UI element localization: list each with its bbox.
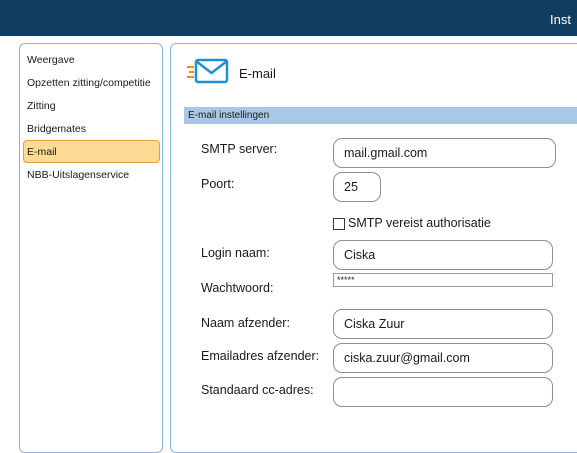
sidebar-item-weergave[interactable]: Weergave [23, 48, 160, 71]
title-bar: Inst [0, 0, 577, 36]
smtp-auth-label: SMTP vereist authorisatie [348, 216, 491, 230]
smtp-server-label: SMTP server: [201, 142, 278, 156]
sidebar-item-opzetten-zitting[interactable]: Opzetten zitting/competitie [23, 71, 160, 94]
password-input[interactable]: ***** [333, 273, 553, 287]
sidebar-item-email[interactable]: E-mail [23, 140, 160, 163]
sender-email-input[interactable]: ciska.zuur@gmail.com [333, 343, 553, 373]
cc-address-input[interactable] [333, 377, 553, 407]
sender-name-label: Naam afzender: [201, 316, 290, 330]
email-icon [187, 58, 229, 84]
cc-address-label: Standaard cc-adres: [201, 383, 314, 397]
section-header: E-mail instellingen [184, 107, 577, 124]
password-label: Wachtwoord: [201, 281, 274, 295]
login-label: Login naam: [201, 246, 270, 260]
smtp-auth-checkbox[interactable] [333, 218, 345, 230]
page-title: E-mail [239, 66, 276, 81]
sidebar-item-zitting[interactable]: Zitting [23, 94, 160, 117]
port-input[interactable]: 25 [333, 172, 381, 202]
smtp-server-input[interactable]: mail.gmail.com [333, 138, 556, 168]
window-title: Inst [550, 12, 571, 27]
sidebar-item-bridgemates[interactable]: Bridgemates [23, 117, 160, 140]
login-input[interactable]: Ciska [333, 240, 553, 270]
port-label: Poort: [201, 177, 235, 191]
sidebar-item-nbb-uitslagenservice[interactable]: NBB-Uitslagenservice [23, 163, 160, 186]
sender-email-label: Emailadres afzender: [201, 349, 320, 363]
settings-sidebar: Weergave Opzetten zitting/competitie Zit… [19, 43, 163, 453]
sender-name-input[interactable]: Ciska Zuur [333, 309, 553, 339]
